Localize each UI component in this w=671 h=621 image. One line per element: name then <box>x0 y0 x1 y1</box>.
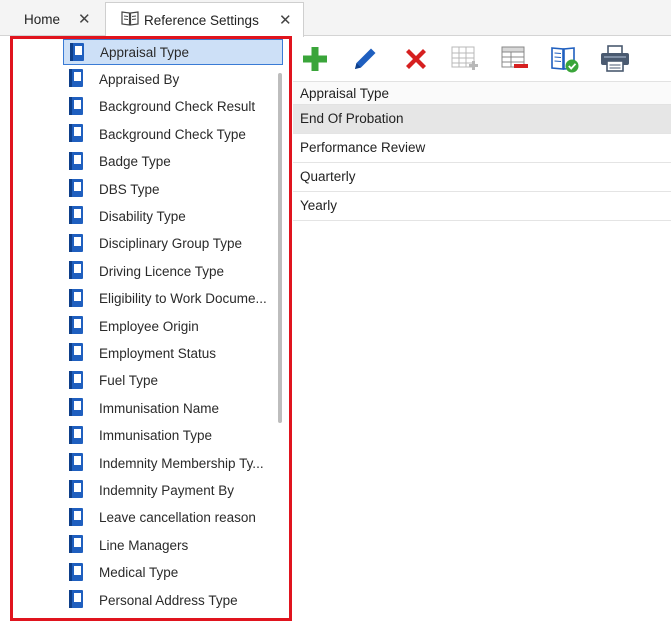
tab-home[interactable]: Home ✕ <box>10 2 103 36</box>
open-book-icon <box>121 10 139 29</box>
tree-item-label: Indemnity Membership Ty... <box>99 455 264 471</box>
tab-home-label: Home <box>24 11 61 27</box>
tree-item-label: Employee Origin <box>99 318 199 334</box>
table-row[interactable]: Yearly <box>293 192 671 221</box>
print-button[interactable] <box>599 44 631 76</box>
tree-item[interactable]: Personal Address Type <box>63 587 283 613</box>
add-column-icon <box>450 44 480 77</box>
book-icon <box>67 589 85 612</box>
tree-item[interactable]: Medical Type <box>63 560 283 586</box>
tree-item[interactable]: Immunisation Type <box>63 423 283 449</box>
tree-item-label: Driving Licence Type <box>99 263 225 279</box>
tree-item-label: Personal Address Type <box>99 592 238 608</box>
book-icon <box>67 151 85 174</box>
tree-item-label: Indemnity Payment By <box>99 482 235 498</box>
tree-item[interactable]: Appraisal Type <box>63 39 283 65</box>
tree-item-label: Badge Type <box>99 154 171 170</box>
book-icon <box>67 479 85 502</box>
tree-item-label: Leave cancellation reason <box>99 510 256 526</box>
tree-item-label: DBS Type <box>99 181 160 197</box>
tree-item[interactable]: Background Check Result <box>63 94 283 120</box>
tree-item-label: Appraised By <box>99 71 180 87</box>
tree-item[interactable]: Leave cancellation reason <box>63 505 283 531</box>
toolbar <box>293 40 671 80</box>
tree-item-label: Disability Type <box>99 208 186 224</box>
tree-item-label: Immunisation Type <box>99 428 213 444</box>
tab-bar: Home ✕ Reference Settings ✕ <box>0 0 671 37</box>
tree-item-label: Medical Type <box>99 565 179 581</box>
book-icon <box>67 397 85 420</box>
reference-values-grid: Appraisal Type End Of Probation Performan… <box>293 81 671 221</box>
add-icon <box>301 45 329 76</box>
book-icon <box>67 260 85 283</box>
tree-item-label: Employment Status <box>99 345 217 361</box>
grid-rows: End Of Probation Performance Review Quarte… <box>293 105 671 221</box>
grid-column-header[interactable]: Appraisal Type <box>293 81 671 105</box>
book-check-icon <box>550 44 580 77</box>
tree-item-label: Immunisation Name <box>99 400 220 416</box>
review-button[interactable] <box>549 44 581 76</box>
delete-icon <box>403 46 429 75</box>
tree-item[interactable]: Badge Type <box>63 149 283 175</box>
tree-item[interactable]: Indemnity Payment By <box>63 477 283 503</box>
book-icon <box>67 342 85 365</box>
table-row[interactable]: Quarterly <box>293 163 671 192</box>
tab-reference-settings[interactable]: Reference Settings ✕ <box>105 2 304 37</box>
book-icon <box>67 123 85 146</box>
printer-icon <box>599 44 631 77</box>
tree-item[interactable]: Disability Type <box>63 203 283 229</box>
book-icon <box>67 534 85 557</box>
tree-item[interactable]: Disciplinary Group Type <box>63 231 283 257</box>
book-icon <box>68 42 86 65</box>
book-icon <box>67 178 85 201</box>
book-icon <box>67 425 85 448</box>
tree-item[interactable]: Employee Origin <box>63 313 283 339</box>
tree-item-label: Background Check Type <box>99 126 246 142</box>
tree-item-label: Appraisal Type <box>100 44 190 60</box>
book-icon <box>67 370 85 393</box>
edit-pencil-icon <box>350 44 380 77</box>
book-icon <box>67 315 85 338</box>
book-icon <box>67 507 85 530</box>
book-icon <box>67 562 85 585</box>
tree-scrollbar[interactable] <box>278 73 282 423</box>
tab-reference-settings-label: Reference Settings <box>144 12 259 28</box>
add-column-button[interactable] <box>449 44 481 76</box>
add-button[interactable] <box>299 44 331 76</box>
tree-item-label: Background Check Result <box>99 99 256 115</box>
tree-item[interactable]: Appraised By <box>63 66 283 92</box>
tree-item-label: Disciplinary Group Type <box>99 236 243 252</box>
tree-item-label: Line Managers <box>99 537 189 553</box>
book-icon <box>67 205 85 228</box>
tree-item[interactable]: Immunisation Name <box>63 395 283 421</box>
tree-item-label: Fuel Type <box>99 373 159 389</box>
book-icon <box>67 452 85 475</box>
book-icon <box>67 288 85 311</box>
tree-item[interactable]: Driving Licence Type <box>63 258 283 284</box>
book-icon <box>67 68 85 91</box>
book-icon <box>67 96 85 119</box>
tree-item-label: Eligibility to Work Docume... <box>99 291 267 307</box>
book-icon <box>67 233 85 256</box>
tree-item[interactable]: Line Managers <box>63 532 283 558</box>
edit-button[interactable] <box>349 44 381 76</box>
remove-row-button[interactable] <box>499 44 531 76</box>
tree-item[interactable]: Fuel Type <box>63 368 283 394</box>
table-row[interactable]: Performance Review <box>293 134 671 163</box>
tree-item[interactable]: Background Check Type <box>63 121 283 147</box>
close-icon[interactable]: ✕ <box>279 11 292 29</box>
tree-item[interactable]: DBS Type <box>63 176 283 202</box>
table-row[interactable]: End Of Probation <box>293 105 671 134</box>
reference-type-tree: Appraisal Type Appraised By Background Che… <box>10 36 292 621</box>
close-icon[interactable]: ✕ <box>78 10 91 28</box>
tree-item[interactable]: Eligibility to Work Docume... <box>63 286 283 312</box>
delete-button[interactable] <box>400 44 432 76</box>
tree-item[interactable]: Employment Status <box>63 340 283 366</box>
tree-item[interactable]: Indemnity Membership Ty... <box>63 450 283 476</box>
remove-row-icon <box>500 44 530 77</box>
